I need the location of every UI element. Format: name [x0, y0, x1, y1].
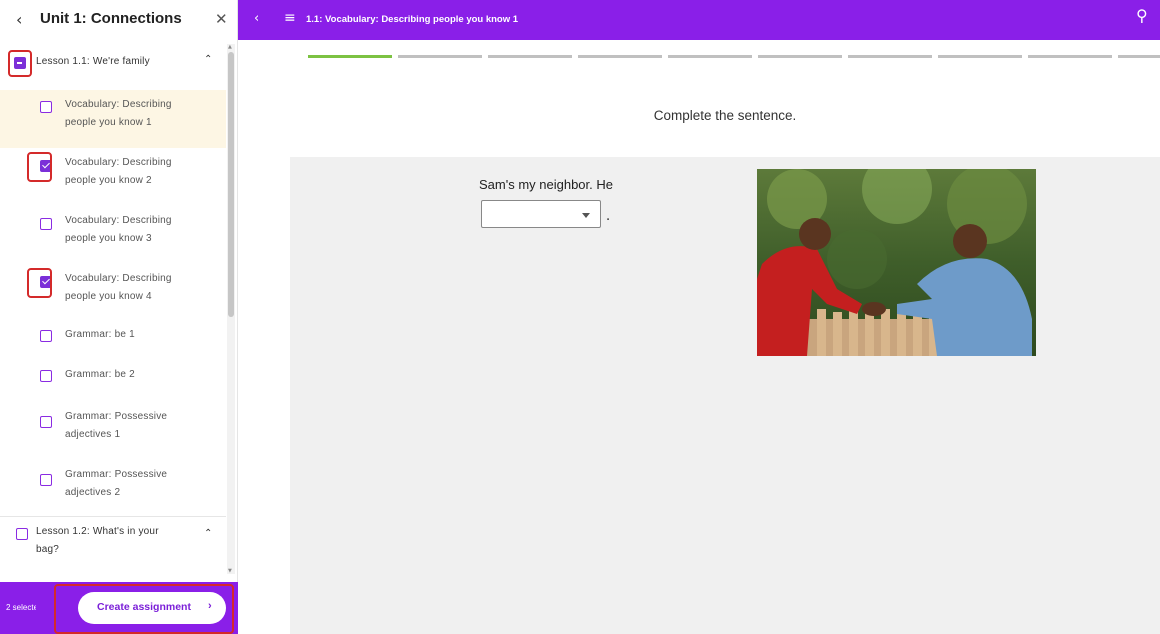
lesson-label: Lesson 1.1: We're family	[36, 56, 150, 67]
item-checkbox[interactable]	[40, 330, 52, 342]
answer-dropdown[interactable]	[481, 200, 601, 228]
list-item[interactable]: Grammar: Possessive adjectives 2	[0, 462, 226, 520]
progress-segment	[848, 55, 932, 58]
item-label-line2: people you know 2	[65, 175, 152, 186]
sidebar-header: ‹ Unit 1: Connections ✕	[0, 0, 238, 40]
highlight-box	[27, 268, 52, 298]
top-bar: ‹ ≡ 1.1: Vocabulary: Describing people y…	[238, 0, 1160, 40]
item-checkbox[interactable]	[40, 474, 52, 486]
lesson-label-line1: Lesson 1.2: What's in your	[36, 526, 159, 537]
sidebar-title: Unit 1: Connections	[40, 10, 182, 27]
lesson-checkbox[interactable]	[16, 528, 28, 540]
lesson-row-1-2[interactable]: Lesson 1.2: What's in your bag? ⌃	[0, 518, 226, 574]
sentence-text: Sam's my neighbor. He	[479, 177, 613, 192]
item-label-line2: people you know 4	[65, 291, 152, 302]
activity-title: 1.1: Vocabulary: Describing people you k…	[306, 14, 519, 25]
chevron-left-icon[interactable]: ‹	[16, 10, 22, 29]
progress-segment	[938, 55, 1022, 58]
lesson-list: Lesson 1.1: We're family ⌃ Vocabulary: D…	[0, 42, 226, 582]
divider	[0, 516, 226, 517]
list-item[interactable]: Vocabulary: Describing people you know 4	[0, 264, 226, 322]
item-label-line1: Grammar: be 2	[65, 369, 135, 380]
item-label-line1: Grammar: Possessive	[65, 411, 168, 422]
app-root: ‹ Unit 1: Connections ✕ Lesson 1.1: We'r…	[0, 0, 1160, 634]
scroll-down-icon[interactable]: ▼	[228, 568, 232, 574]
item-label-line1: Grammar: be 1	[65, 329, 135, 340]
progress-segment	[578, 55, 662, 58]
menu-list-icon[interactable]: ≡	[284, 10, 296, 26]
progress-segment	[668, 55, 752, 58]
progress-segment	[488, 55, 572, 58]
unit-sidebar: ‹ Unit 1: Connections ✕ Lesson 1.1: We'r…	[0, 0, 238, 634]
item-label-line1: Vocabulary: Describing	[65, 273, 172, 284]
item-checkbox[interactable]	[40, 101, 52, 113]
handshake-photo	[757, 169, 1036, 356]
chevron-up-icon[interactable]: ⌃	[204, 528, 212, 539]
scrollbar-thumb[interactable]	[228, 52, 234, 317]
progress-segment	[1118, 55, 1160, 58]
item-label-line1: Vocabulary: Describing	[65, 215, 172, 226]
list-item[interactable]: Vocabulary: Describing people you know 2	[0, 148, 226, 206]
chevron-up-icon[interactable]: ⌃	[204, 54, 212, 65]
list-item[interactable]: Grammar: be 1	[0, 322, 226, 362]
list-item[interactable]: Vocabulary: Describing people you know 1	[0, 90, 226, 148]
item-label-line1: Grammar: Possessive	[65, 469, 168, 480]
bell-icon[interactable]: ⚲	[1136, 6, 1148, 25]
item-checkbox[interactable]	[40, 370, 52, 382]
progress-bar	[308, 55, 1160, 59]
item-label-line2: adjectives 2	[65, 487, 121, 498]
highlight-box	[54, 584, 234, 634]
sidebar-scrollbar[interactable]: ▲ ▼	[227, 44, 235, 574]
item-label-line2: people you know 3	[65, 233, 152, 244]
instruction-text: Complete the sentence.	[653, 108, 797, 123]
list-item[interactable]: Grammar: be 2	[0, 362, 226, 402]
chevron-left-icon[interactable]: ‹	[254, 11, 259, 26]
list-item[interactable]: Grammar: Possessive adjectives 1	[0, 404, 226, 462]
item-label-line1: Vocabulary: Describing	[65, 99, 172, 110]
sentence-period: .	[606, 209, 611, 224]
highlight-box	[27, 152, 52, 182]
progress-segment	[398, 55, 482, 58]
caret-down-icon	[582, 213, 590, 218]
scroll-up-icon[interactable]: ▲	[228, 44, 232, 50]
exercise-photo	[757, 169, 1036, 356]
exercise-area: Sam's my neighbor. He .	[290, 157, 1160, 634]
item-label-line2: adjectives 1	[65, 429, 121, 440]
selected-count: 2 selected	[6, 603, 36, 612]
item-label-line2: people you know 1	[65, 117, 152, 128]
list-item[interactable]: Vocabulary: Describing people you know 3	[0, 206, 226, 264]
progress-segment	[758, 55, 842, 58]
lesson-row-1-1[interactable]: Lesson 1.1: We're family ⌃	[0, 42, 226, 82]
item-checkbox[interactable]	[40, 218, 52, 230]
sidebar-footer: 2 selected Create assignment ›	[0, 582, 238, 634]
item-label-line1: Vocabulary: Describing	[65, 157, 172, 168]
close-icon[interactable]: ✕	[215, 10, 228, 28]
lesson-label-line2: bag?	[36, 544, 60, 555]
highlight-box	[8, 50, 32, 77]
progress-segment	[308, 55, 392, 58]
progress-segment	[1028, 55, 1112, 58]
item-checkbox[interactable]	[40, 416, 52, 428]
